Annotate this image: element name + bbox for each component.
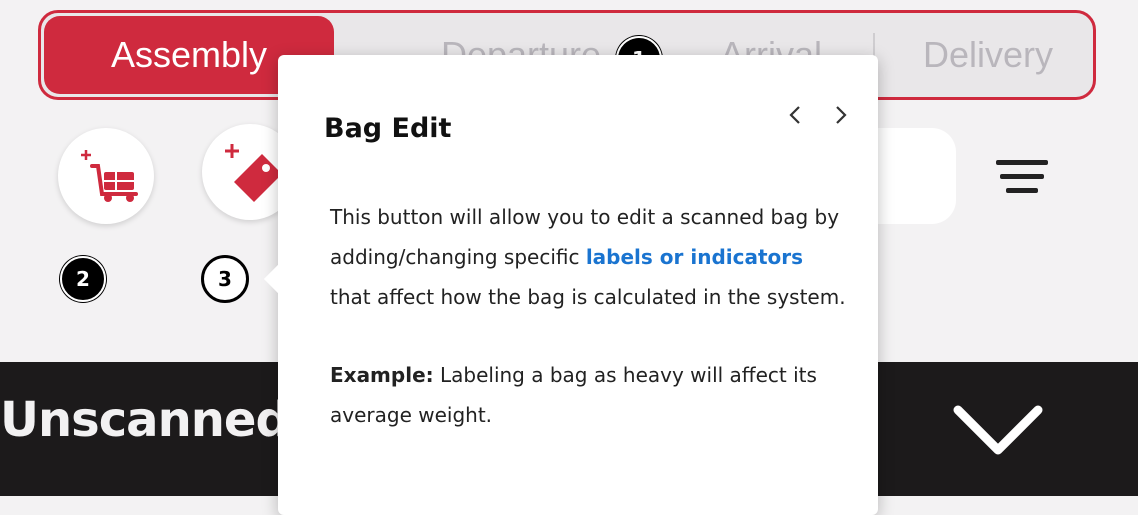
- chevron-right-icon[interactable]: [828, 103, 852, 127]
- popover-title: Bag Edit: [324, 113, 452, 144]
- add-cart-button[interactable]: [58, 128, 154, 224]
- labels-indicators-link[interactable]: labels or indicators: [586, 245, 803, 269]
- popover-example: Example: Labeling a bag as heavy will af…: [330, 363, 817, 427]
- popover-description: This button will allow you to edit a sca…: [330, 205, 846, 309]
- tutorial-popover: Bag Edit This button will allow you to e…: [263, 55, 878, 515]
- hamburger-menu-icon[interactable]: [996, 160, 1048, 200]
- step-badge-2: 2: [60, 256, 106, 302]
- section-title: Unscanned: [0, 392, 290, 448]
- example-label: Example:: [330, 363, 434, 387]
- popover-pointer: [263, 264, 293, 294]
- add-cart-icon: [81, 150, 138, 202]
- chevron-left-icon[interactable]: [784, 103, 808, 127]
- popover-body: This button will allow you to edit a sca…: [330, 197, 850, 435]
- step-badge-3: 3: [201, 255, 249, 303]
- tab-delivery[interactable]: Delivery: [879, 13, 1097, 97]
- chevron-down-icon[interactable]: [952, 402, 1044, 462]
